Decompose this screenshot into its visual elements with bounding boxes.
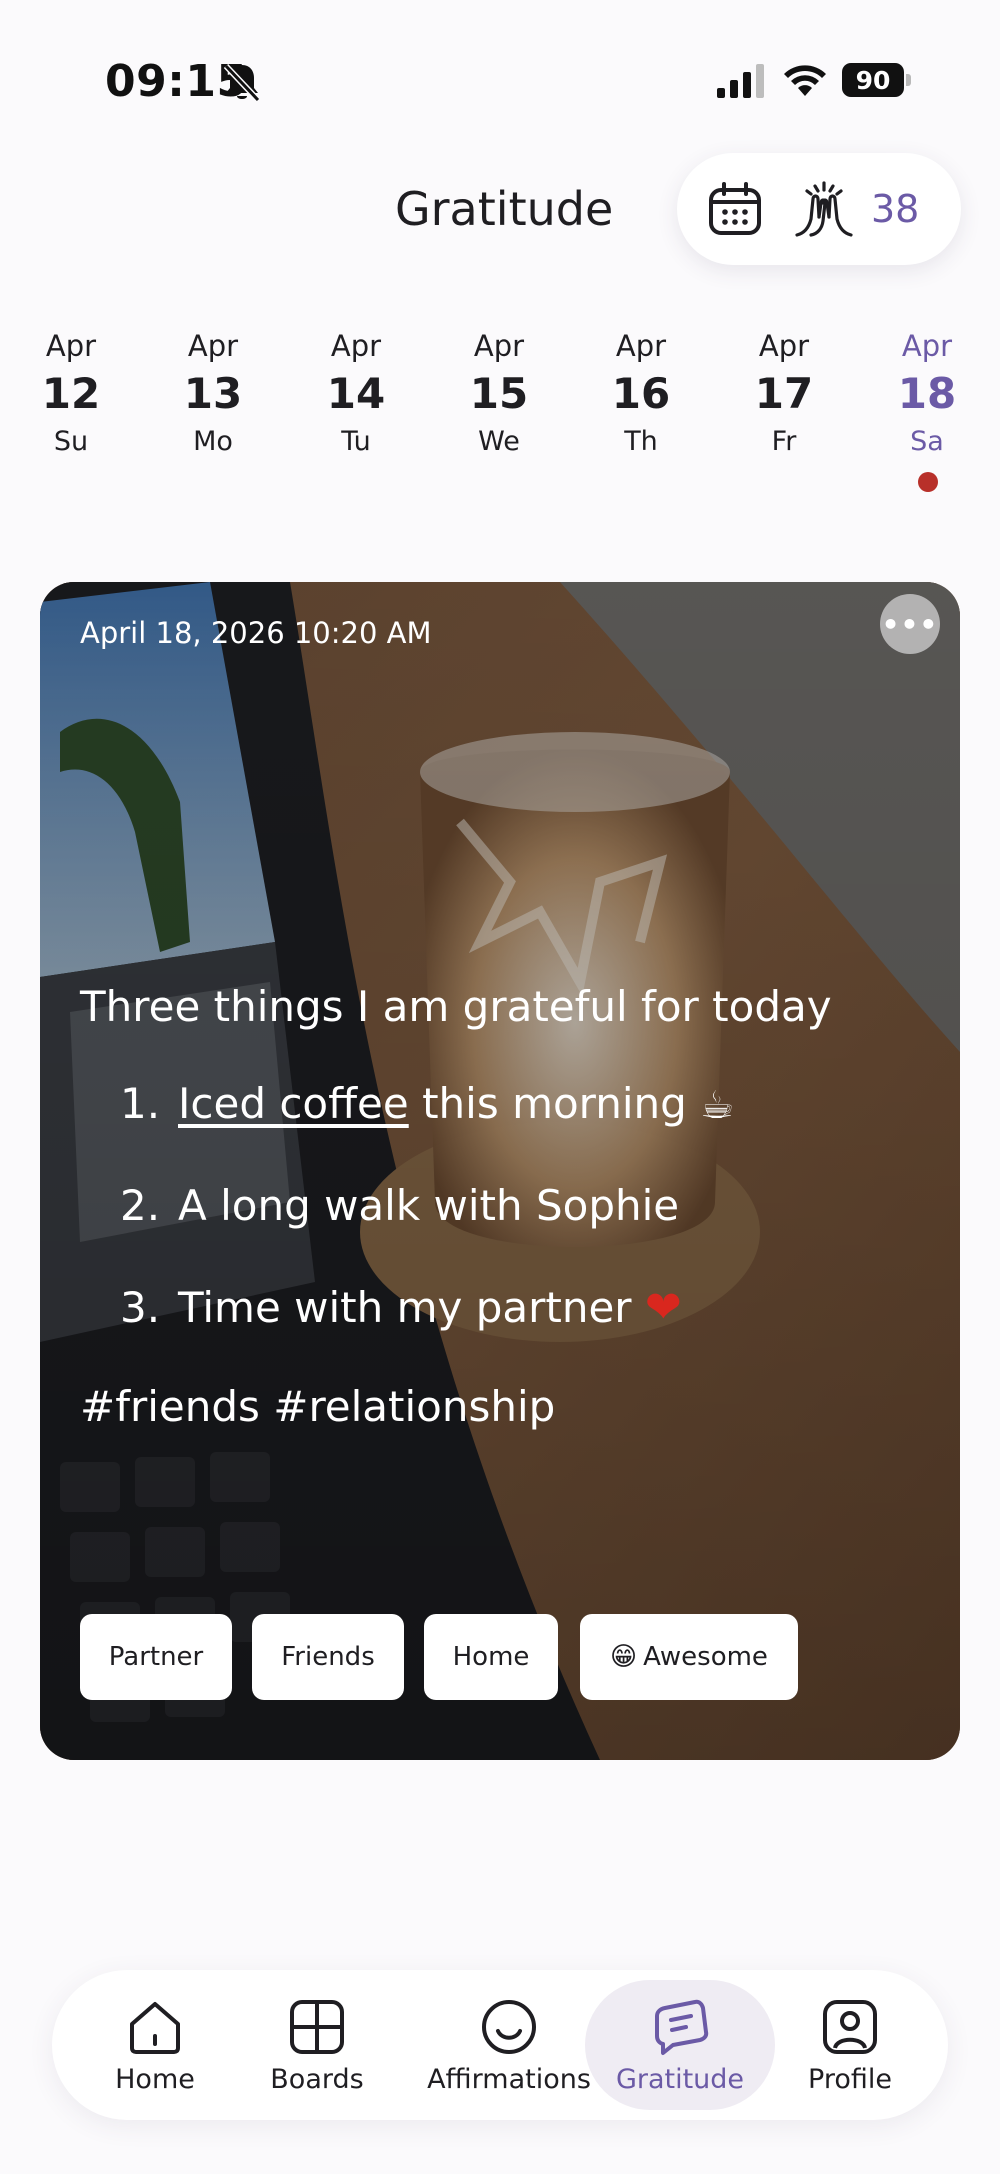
nav-item-home[interactable]: Home bbox=[100, 1980, 210, 2110]
list-number: 3. bbox=[120, 1283, 161, 1332]
date-strip: Apr 12 Su Apr 13 Mo Apr 14 Tu Apr 15 We … bbox=[0, 326, 1000, 506]
calendar-icon[interactable] bbox=[707, 181, 763, 237]
more-icon[interactable]: ••• bbox=[880, 594, 940, 654]
gratitude-entry-card[interactable]: April 18, 2026 10:20 AM ••• Three things… bbox=[40, 582, 960, 1760]
date-weekday: We bbox=[478, 426, 520, 457]
today-indicator-dot bbox=[918, 472, 938, 492]
entry-timestamp: April 18, 2026 10:20 AM bbox=[80, 616, 432, 650]
signal-icon bbox=[717, 64, 764, 98]
mood-emoji: 😁 bbox=[610, 1642, 638, 1672]
bottom-nav: Home Boards Affirmations Gratitude Profi… bbox=[52, 1970, 948, 2120]
tag-chip[interactable]: Friends bbox=[252, 1614, 404, 1700]
entry-link[interactable]: Iced coffee bbox=[178, 1079, 409, 1128]
nav-item-gratitude[interactable]: Gratitude bbox=[585, 1980, 775, 2110]
date-month: Apr bbox=[45, 329, 97, 363]
nav-item-profile[interactable]: Profile bbox=[795, 1980, 905, 2110]
gratitude-list: 1. Iced coffee this morning ☕ 2. A long wa… bbox=[120, 1078, 734, 1384]
date-number: 15 bbox=[469, 369, 529, 418]
list-item: 1. Iced coffee this morning ☕ bbox=[120, 1078, 734, 1180]
coffee-emoji: ☕ bbox=[700, 1083, 735, 1127]
date-month: Apr bbox=[330, 329, 382, 363]
date-item[interactable]: Apr 12 Su bbox=[21, 326, 121, 462]
battery-cap bbox=[906, 74, 911, 86]
date-number: 14 bbox=[326, 369, 386, 418]
streak-count: 38 bbox=[871, 187, 920, 231]
list-text: this morning bbox=[408, 1079, 701, 1128]
date-month: Apr bbox=[901, 329, 953, 363]
date-month: Apr bbox=[615, 329, 667, 363]
tag-chip[interactable]: Home bbox=[424, 1614, 558, 1700]
tag-label: Partner bbox=[108, 1642, 204, 1672]
date-weekday: Th bbox=[624, 426, 658, 457]
bell-off-icon bbox=[223, 63, 261, 103]
tag-label: Home bbox=[452, 1642, 530, 1672]
date-month: Apr bbox=[473, 329, 525, 363]
date-month: Apr bbox=[758, 329, 810, 363]
date-item[interactable]: Apr 17 Fr bbox=[734, 326, 834, 462]
list-item: 2. A long walk with Sophie bbox=[120, 1180, 734, 1282]
date-number: 13 bbox=[183, 369, 243, 418]
date-item[interactable]: Apr 14 Tu bbox=[306, 326, 406, 462]
nav-item-boards[interactable]: Boards bbox=[262, 1980, 372, 2110]
date-item-selected[interactable]: Apr 18 Sa bbox=[877, 326, 977, 462]
battery-level: 90 bbox=[842, 63, 904, 97]
affirmations-icon bbox=[482, 2000, 536, 2054]
date-number: 17 bbox=[754, 369, 814, 418]
list-item: 3. Time with my partner ❤ bbox=[120, 1282, 734, 1384]
date-month: Apr bbox=[187, 329, 239, 363]
boards-icon bbox=[290, 2000, 344, 2054]
date-weekday: Fr bbox=[771, 426, 797, 457]
status-bar: 09:15 90 bbox=[0, 0, 1000, 160]
entry-hashtags[interactable]: #friends #relationship bbox=[80, 1382, 555, 1431]
list-text: Time with my partner bbox=[178, 1283, 645, 1332]
page-title: Gratitude bbox=[395, 182, 614, 236]
list-number: 2. bbox=[120, 1181, 161, 1230]
date-item[interactable]: Apr 16 Th bbox=[591, 326, 691, 462]
nav-label: Boards bbox=[270, 2064, 364, 2095]
nav-label: Affirmations bbox=[427, 2064, 591, 2095]
date-item[interactable]: Apr 13 Mo bbox=[163, 326, 263, 462]
nav-item-affirmations[interactable]: Affirmations bbox=[414, 1980, 604, 2110]
nav-label: Profile bbox=[808, 2064, 892, 2095]
entry-heading: Three things I am grateful for today bbox=[80, 982, 832, 1031]
battery-icon: 90 bbox=[842, 63, 911, 97]
wifi-icon bbox=[784, 65, 826, 96]
date-item[interactable]: Apr 15 We bbox=[449, 326, 549, 462]
nav-label: Gratitude bbox=[615, 2064, 745, 2095]
streak-button[interactable]: 38 bbox=[793, 175, 943, 243]
date-number: 16 bbox=[611, 369, 671, 418]
tag-chip[interactable]: Partner bbox=[80, 1614, 232, 1700]
tag-label: Friends bbox=[281, 1642, 375, 1672]
gratitude-icon bbox=[655, 1999, 709, 2055]
heart-emoji: ❤ bbox=[644, 1282, 682, 1333]
mood-chip[interactable]: 😁 Awesome bbox=[580, 1614, 798, 1700]
date-number: 12 bbox=[41, 369, 101, 418]
profile-icon bbox=[823, 2000, 877, 2054]
nav-label: Home bbox=[115, 2064, 195, 2095]
date-number: 18 bbox=[897, 369, 957, 418]
header-actions: 38 bbox=[677, 153, 961, 265]
date-weekday: Sa bbox=[910, 426, 944, 457]
date-weekday: Su bbox=[53, 426, 89, 457]
date-weekday: Mo bbox=[193, 426, 233, 457]
home-icon bbox=[130, 2002, 180, 2054]
list-text: A long walk with Sophie bbox=[178, 1181, 680, 1230]
high-five-icon bbox=[795, 181, 853, 237]
list-number: 1. bbox=[120, 1079, 161, 1128]
date-weekday: Tu bbox=[341, 426, 371, 457]
mood-label: Awesome bbox=[643, 1642, 768, 1672]
